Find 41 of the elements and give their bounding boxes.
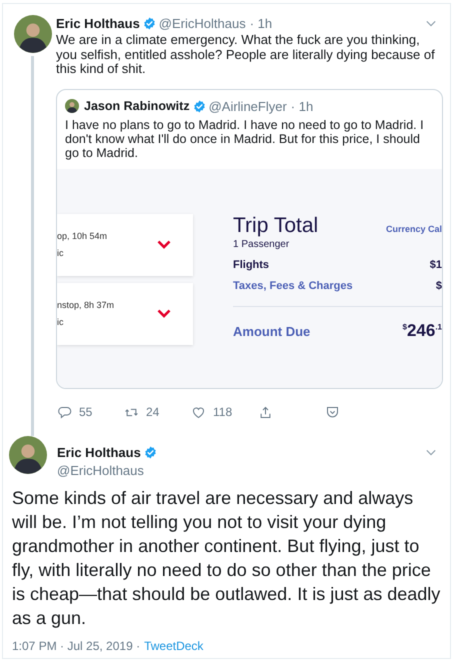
like-icon[interactable] <box>191 404 206 420</box>
action-count: 24 <box>146 405 160 419</box>
action-count: 118 <box>213 405 232 419</box>
flight-info: op, 10h 54m <box>57 231 108 241</box>
chevron-down-icon <box>157 309 171 318</box>
tweet-text: Some kinds of air travel are necessary and always will be. I’m not telling you not to visit your dying grandmother in another continent. But flying, just to fly, with literally no need to do so other than the price is cheap—that should be outlawed. It is just as deadly as a gun. <box>11 486 442 630</box>
charge-amount: $1 <box>430 258 442 270</box>
amount-due-value: $^{$}$246$^{.1}$ <box>402 320 442 340</box>
action-count: 55 <box>79 405 92 419</box>
flight-class: ic <box>57 317 64 327</box>
tweet-text: We are in a climate emergency. What the fuck are you thinking, you selfish, entitled asshole? People are literally dying because of this kind of shit. <box>56 33 436 76</box>
charge-label: Taxes, Fees & Charges <box>233 280 353 292</box>
charge-amount: $ <box>436 280 442 292</box>
author-name[interactable]: Eric Holthaus <box>56 16 140 30</box>
avatar <box>9 436 47 474</box>
chevron-down-icon[interactable] <box>426 448 436 456</box>
author-handle: @AirlineFlyer <box>208 98 287 114</box>
trip-total-title: Trip Total <box>233 214 318 238</box>
author-name[interactable]: Eric Holthaus <box>57 444 141 460</box>
tweet-time[interactable]: · 1h <box>250 16 272 30</box>
share-icon[interactable] <box>258 404 273 420</box>
author-name: Jason Rabinowitz <box>84 99 190 113</box>
tweet-time: · 1h <box>290 98 314 114</box>
flight-info: nstop, 8h 37m <box>57 300 116 310</box>
chevron-down-icon <box>157 240 171 249</box>
quoted-text: I have no plans to go to Madrid. I have no need to go to Madrid. I don't know what I'll do once in Madrid. But for this price, I should go to Madrid. <box>64 116 425 162</box>
currency-link: Currency Cal <box>386 224 442 234</box>
tweet-timestamp[interactable]: 1:07 PM · Jul 25, 2019 · <box>12 638 140 652</box>
reply-icon[interactable] <box>57 404 72 420</box>
author-handle[interactable]: @EricHolthaus <box>57 462 412 478</box>
charge-label: Flights <box>233 258 270 270</box>
amount-due-label: Amount Due <box>233 324 310 338</box>
author-handle[interactable]: @EricHolthaus <box>158 16 246 30</box>
avatar <box>14 15 52 53</box>
flight-class: ic <box>57 248 64 258</box>
source-link[interactable]: TweetDeck <box>144 638 204 652</box>
avatar <box>65 99 79 113</box>
passenger-count: 1 Passenger <box>233 238 290 250</box>
quoted-tweet[interactable] <box>56 88 443 388</box>
shield-chevron-icon[interactable] <box>325 404 340 420</box>
chevron-down-icon[interactable] <box>426 20 436 26</box>
